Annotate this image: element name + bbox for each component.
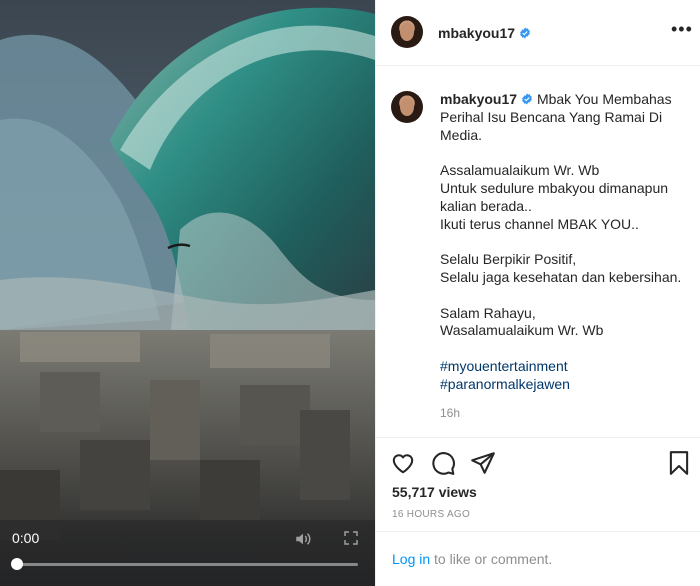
comment-bubble-icon[interactable] — [430, 450, 456, 476]
login-link[interactable]: Log in — [392, 551, 430, 567]
post-timestamp[interactable]: 16 HOURS AGO — [392, 509, 470, 520]
post-actions: 55,717 views 16 HOURS AGO — [376, 437, 700, 531]
video-progress-bar[interactable] — [14, 563, 358, 566]
caption-body: Assalamualaikum Wr. Wb Untuk sedulure mb… — [440, 162, 682, 339]
hashtag-link[interactable]: #myouentertainment — [440, 358, 690, 376]
verified-badge-icon — [520, 27, 530, 39]
header-username[interactable]: mbakyou17 — [438, 25, 531, 41]
caption-timestamp[interactable]: 16h — [440, 406, 460, 420]
video-player[interactable]: 0:00 — [0, 0, 375, 586]
avatar[interactable] — [391, 16, 423, 48]
speaker-icon[interactable] — [294, 530, 312, 548]
login-prompt: Log in to like or comment. — [392, 551, 552, 567]
paper-plane-icon[interactable] — [470, 450, 496, 476]
comment-login-bar: Log in to like or comment. — [376, 531, 700, 586]
caption-username[interactable]: mbakyou17 — [440, 91, 533, 107]
heart-icon[interactable] — [390, 450, 416, 476]
post-header: mbakyou17 ••• — [376, 0, 700, 66]
tsunami-scene-image — [0, 0, 375, 586]
fullscreen-icon[interactable] — [343, 530, 359, 546]
login-prompt-text: to like or comment. — [430, 551, 553, 567]
video-current-time: 0:00 — [12, 530, 40, 546]
more-options-icon[interactable]: ••• — [671, 20, 692, 42]
verified-badge-icon — [522, 93, 532, 105]
hashtag-link[interactable]: #paranormalkejawen — [440, 376, 690, 394]
caption-avatar[interactable] — [391, 91, 423, 123]
video-progress-thumb[interactable] — [11, 558, 23, 570]
post-caption: mbakyou17 Mbak You Membahas Perihal Isu … — [440, 91, 690, 394]
bookmark-icon[interactable] — [666, 450, 692, 476]
post-details-panel: mbakyou17 ••• mbakyou17 Mbak You Membaha… — [375, 0, 700, 586]
view-count[interactable]: 55,717 views — [392, 484, 477, 500]
caption-section: mbakyou17 Mbak You Membahas Perihal Isu … — [376, 67, 700, 437]
